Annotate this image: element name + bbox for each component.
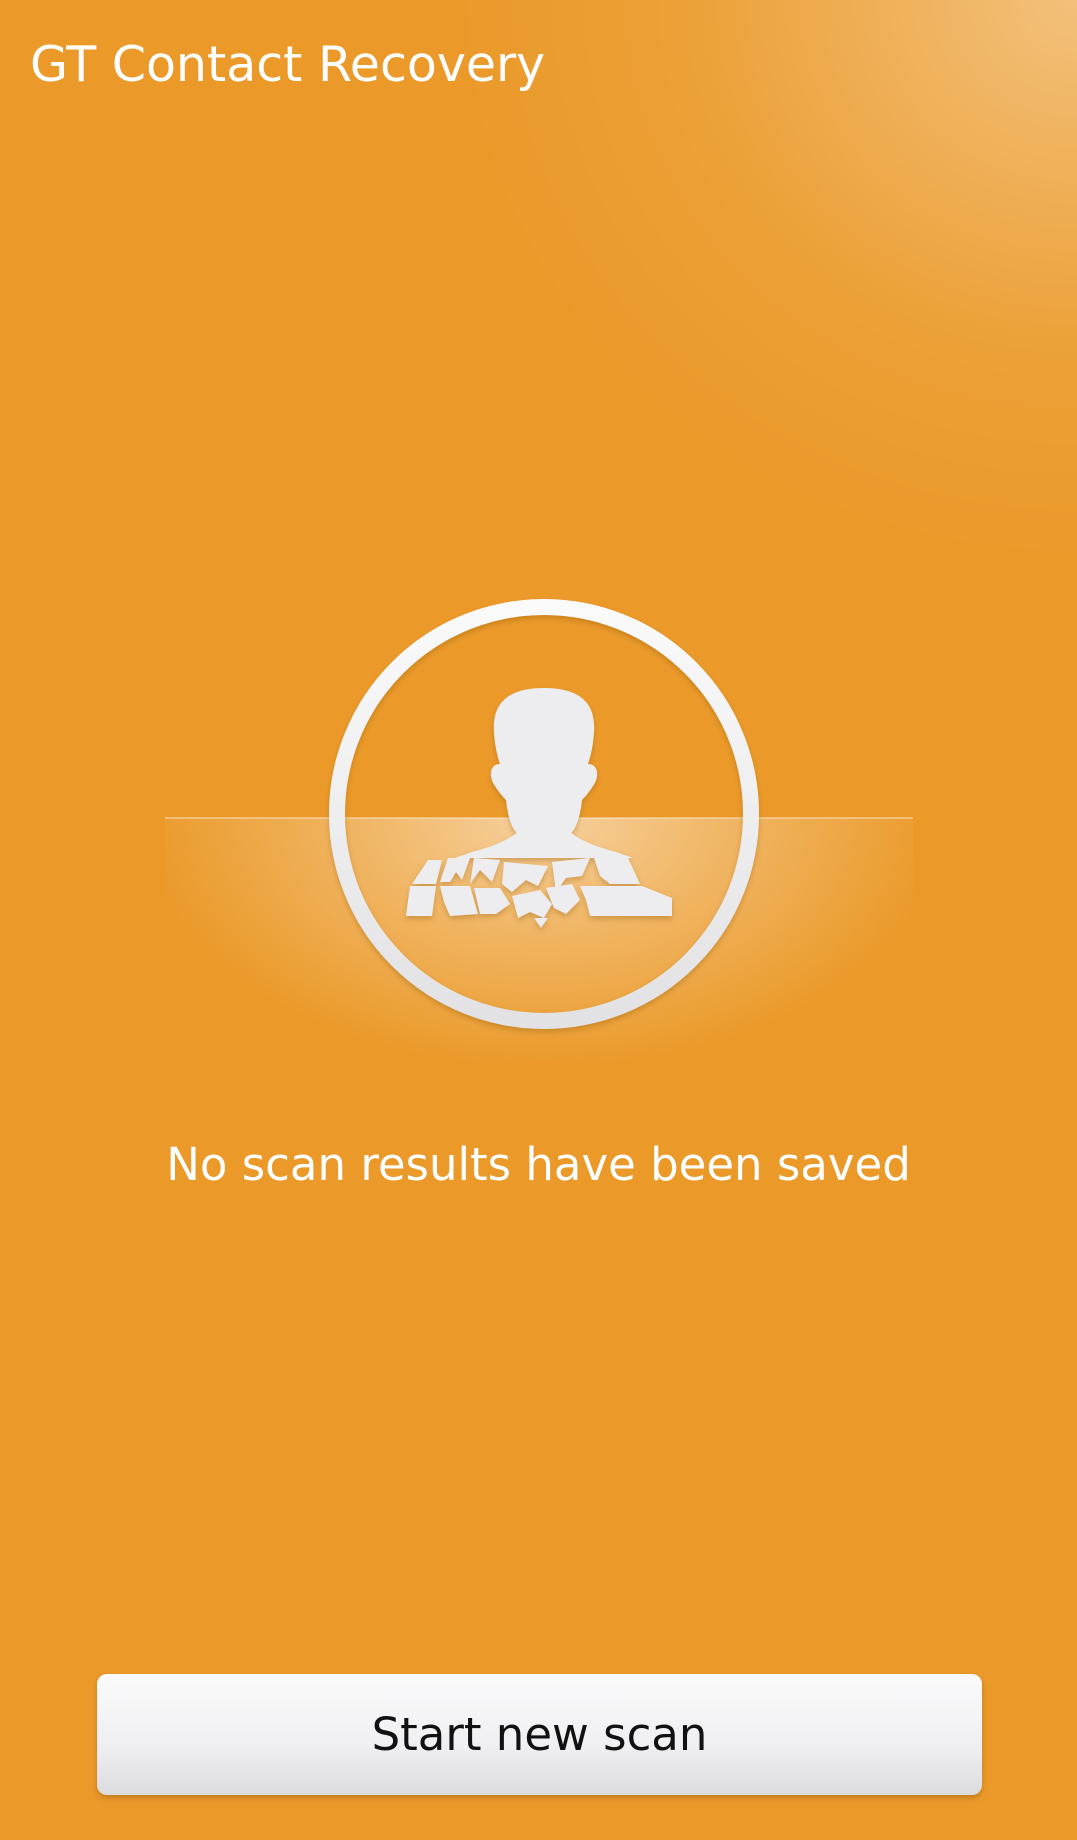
- empty-state-illustration: [0, 0, 1077, 1840]
- broken-contact-icon: [165, 599, 913, 1118]
- app-screen: GT Contact Recovery No scan results have…: [0, 0, 1077, 1840]
- empty-state-message: No scan results have been saved: [166, 1138, 911, 1191]
- glow-panel: [165, 818, 913, 1118]
- person-silhouette: [406, 688, 672, 928]
- start-new-scan-button[interactable]: Start new scan: [97, 1674, 982, 1795]
